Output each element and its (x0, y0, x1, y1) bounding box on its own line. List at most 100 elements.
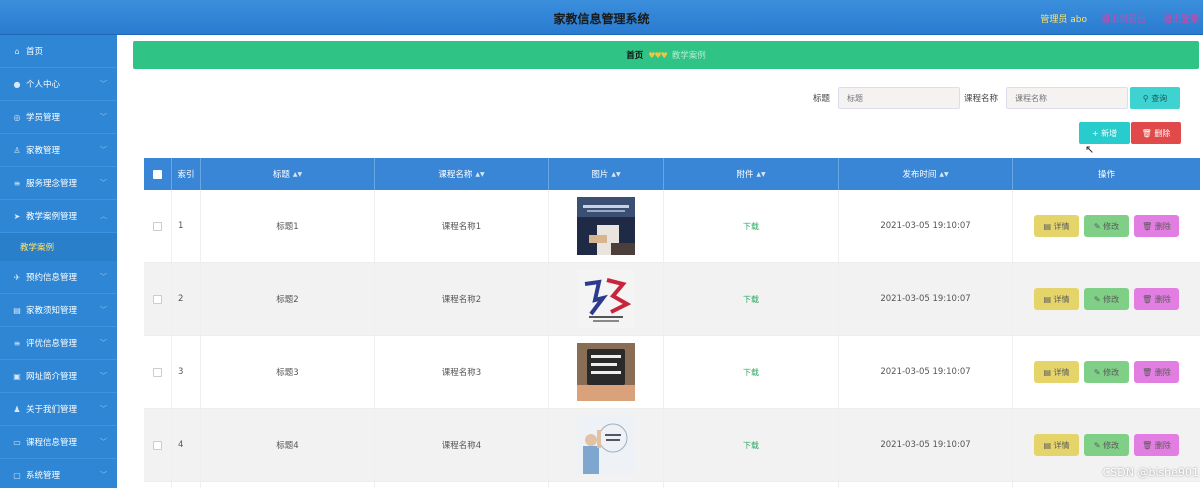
sidebar-item-label: 服务理念管理 (26, 179, 78, 189)
course-search-input[interactable] (1006, 87, 1129, 109)
sidebar-item-label: 预约信息管理 (26, 273, 78, 283)
row-title: 标题1 (201, 190, 375, 262)
main-content: 首页 ♥♥♥ 教学案例 标题 课程名称 ⚲ 查询 + 新增 🗑 删除 ↖ 索引 … (117, 35, 1203, 488)
edit-button[interactable]: ✎ 修改 (1084, 361, 1129, 383)
delete-button[interactable]: 🗑 删除 (1134, 361, 1179, 383)
row-ops: ▤ 详情 ✎ 修改 🗑 删除 (1013, 263, 1200, 335)
sort-icon: ▲▼ (611, 170, 621, 178)
query-button[interactable]: ⚲ 查询 (1130, 87, 1180, 109)
course-search-group: 课程名称 (964, 87, 1129, 109)
table-row: 1 标题1 课程名称1 下载 2021-03-05 19:10:07 ▤ 详情 … (144, 190, 1200, 263)
row-course-cell (375, 482, 549, 488)
delete-button[interactable]: 🗑 删除 (1134, 215, 1179, 237)
row-checkbox[interactable] (153, 221, 162, 231)
header-time[interactable]: 发布时间 ▲▼ (839, 158, 1013, 190)
header-title[interactable]: 标题 ▲▼ (201, 158, 375, 190)
sidebar-item-notice[interactable]: ▤ 家教须知管理 ﹀ (0, 294, 117, 327)
sidebar-item-label: 家教管理 (26, 146, 61, 156)
edit-label: 修改 (1103, 294, 1120, 304)
edit-button[interactable]: ✎ 修改 (1084, 434, 1129, 456)
app-title: 家教信息管理系统 (553, 12, 650, 26)
sidebar-item-label: 网址简介管理 (26, 372, 78, 382)
sidebar-item-service[interactable]: ≡ 服务理念管理 ﹀ (0, 167, 117, 200)
sidebar-item-booking[interactable]: ✈ 预约信息管理 ﹀ (0, 261, 117, 294)
row-course: 课程名称1 (375, 190, 549, 262)
edit-button[interactable]: ✎ 修改 (1084, 288, 1129, 310)
sidebar-item-tutors[interactable]: ♙ 家教管理 ﹀ (0, 134, 117, 167)
document-icon: ▤ (1043, 294, 1054, 304)
header-attachment[interactable]: 附件 ▲▼ (664, 158, 839, 190)
chevron-down-icon: ﹀ (100, 80, 107, 88)
system-icon: ▢ (13, 470, 21, 480)
breadcrumb-home[interactable]: 首页 (626, 49, 643, 61)
row-attachment-cell: 下载 (664, 190, 839, 262)
title-search-label: 标题 (813, 94, 831, 104)
sort-icon: ▲▼ (475, 170, 485, 178)
case-thumbnail[interactable] (577, 270, 635, 328)
detail-button[interactable]: ▤ 详情 (1034, 288, 1079, 310)
select-all-checkbox[interactable] (153, 169, 162, 179)
download-link[interactable]: 下载 (743, 440, 759, 451)
header-course-label: 课程名称 (438, 170, 473, 180)
detail-label: 详情 (1053, 367, 1070, 377)
header-course[interactable]: 课程名称 ▲▼ (375, 158, 549, 190)
chevron-down-icon: ﹀ (100, 306, 107, 314)
batch-delete-button[interactable]: 🗑 删除 (1131, 122, 1181, 144)
delete-label: 删除 (1154, 221, 1171, 231)
delete-button[interactable]: 🗑 删除 (1134, 434, 1179, 456)
detail-button[interactable]: ▤ 详情 (1034, 361, 1079, 383)
sidebar-item-cases[interactable]: ➤ 教学案例管理 ︿ (0, 200, 117, 233)
header-attachment-label: 附件 (736, 170, 754, 180)
download-link[interactable]: 下载 (743, 221, 759, 232)
delete-button[interactable]: 🗑 删除 (1134, 288, 1179, 310)
row-course: 课程名称3 (375, 336, 549, 408)
case-thumbnail[interactable] (577, 197, 635, 255)
row-index: 4 (172, 409, 201, 481)
edit-label: 修改 (1103, 440, 1120, 450)
sidebar-item-system[interactable]: ▢ 系统管理 ﹀ (0, 459, 117, 488)
delete-label: 删除 (1154, 367, 1171, 377)
admin-label: 管理员 abo (1040, 15, 1087, 25)
sidebar-item-label: 学员管理 (26, 113, 61, 123)
chevron-down-icon: ﹀ (100, 471, 107, 479)
title-search-input[interactable] (838, 87, 961, 109)
download-link[interactable]: 下载 (743, 294, 759, 305)
back-to-front-link[interactable]: 退出到前台 (1101, 12, 1146, 25)
tutor-icon: ♙ (13, 145, 21, 155)
sidebar-item-personal[interactable]: ● 个人中心 ﹀ (0, 68, 117, 101)
watermark: CSDN @bishe901 (1102, 466, 1199, 479)
course-search-label: 课程名称 (964, 94, 999, 104)
edit-button[interactable]: ✎ 修改 (1084, 215, 1129, 237)
edit-label: 修改 (1103, 221, 1120, 231)
detail-button[interactable]: ▤ 详情 (1034, 215, 1079, 237)
case-thumbnail[interactable] (577, 416, 635, 474)
sidebar-item-courses[interactable]: ▭ 课程信息管理 ﹀ (0, 426, 117, 459)
chevron-down-icon: ﹀ (100, 273, 107, 281)
detail-button[interactable]: ▤ 详情 (1034, 434, 1079, 456)
course-icon: ▭ (13, 437, 21, 447)
student-icon: ◎ (13, 112, 21, 122)
row-select-cell (144, 336, 172, 408)
header-index: 索引 (172, 158, 201, 190)
logout-link[interactable]: 退出登录 (1163, 12, 1199, 25)
row-ops: ▤ 详情 ✎ 修改 🗑 删除 (1013, 190, 1200, 262)
sidebar-item-home[interactable]: ⌂ 首页 (0, 35, 117, 68)
sidebar-subitem-cases[interactable]: 教学案例 (0, 233, 117, 261)
detail-label: 详情 (1053, 294, 1070, 304)
heart-icon: ♥♥♥ (648, 50, 667, 60)
document-icon: ▤ (1043, 221, 1054, 231)
sidebar-item-site-intro[interactable]: ▣ 网址简介管理 ﹀ (0, 360, 117, 393)
header-image[interactable]: 图片 ▲▼ (549, 158, 664, 190)
row-checkbox[interactable] (153, 294, 162, 304)
row-checkbox[interactable] (153, 440, 162, 450)
header-time-label: 发布时间 (902, 170, 937, 180)
add-button[interactable]: + 新增 (1079, 122, 1130, 144)
download-link[interactable]: 下载 (743, 367, 759, 378)
row-index: 2 (172, 263, 201, 335)
sidebar-item-about[interactable]: ♟ 关于我们管理 ﹀ (0, 393, 117, 426)
sidebar-item-students[interactable]: ◎ 学员管理 ﹀ (0, 101, 117, 134)
row-checkbox[interactable] (153, 367, 162, 377)
case-thumbnail[interactable] (577, 343, 635, 401)
sidebar-item-awards[interactable]: ≡ 评优信息管理 ﹀ (0, 327, 117, 360)
title-search-group: 标题 (813, 87, 961, 109)
